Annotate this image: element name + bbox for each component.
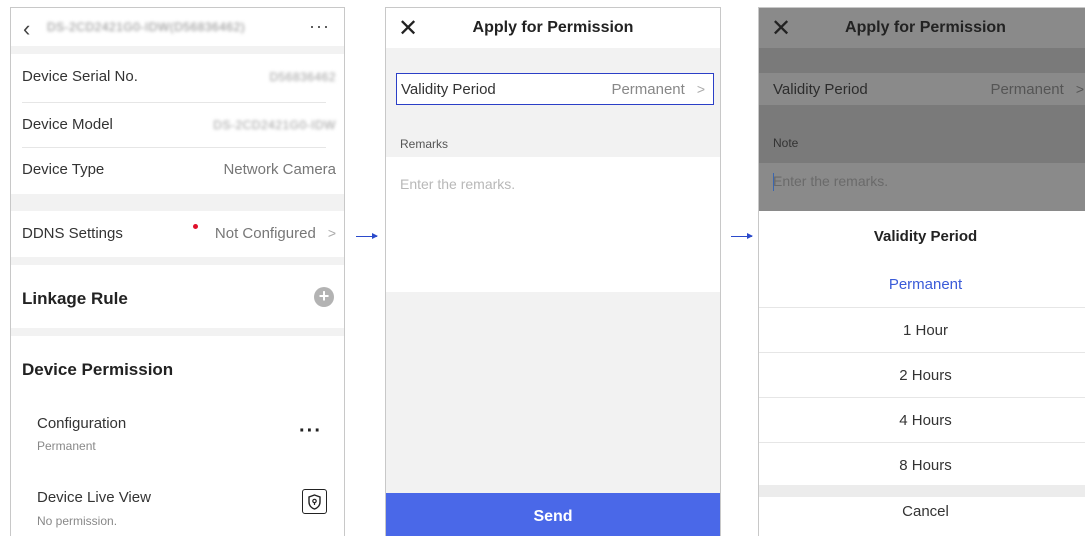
- validity-period-label: Validity Period: [773, 81, 868, 98]
- validity-period-picker-screen: ✕ Apply for Permission Validity Period P…: [758, 7, 1085, 536]
- ddns-row[interactable]: DDNS Settings Not Configured >: [11, 211, 344, 255]
- add-linkage-rule-icon[interactable]: +: [314, 287, 334, 307]
- model-label: Device Model: [22, 116, 113, 133]
- dimmed-background[interactable]: ✕ Apply for Permission Validity Period P…: [759, 8, 1085, 211]
- option-8-hours[interactable]: 8 Hours: [759, 442, 1085, 487]
- apply-permission-screen: ✕ Apply for Permission Validity Period P…: [385, 7, 721, 536]
- remarks-header: Remarks: [386, 130, 720, 157]
- flow-arrow: [731, 233, 753, 239]
- model-row: Device Model DS-2CD2421G0-IDW: [11, 102, 344, 146]
- option-4-hours[interactable]: 4 Hours: [759, 397, 1085, 442]
- device-type-label: Device Type: [22, 161, 105, 178]
- validity-period-label: Validity Period: [401, 81, 496, 98]
- apply-permission-shield-icon[interactable]: [302, 489, 327, 514]
- cancel-button[interactable]: Cancel: [759, 503, 1085, 520]
- shield-key-icon: [308, 493, 321, 510]
- option-2-hours[interactable]: 2 Hours: [759, 352, 1085, 397]
- note-input[interactable]: Enter the remarks.: [759, 163, 1085, 211]
- flow-arrow: [356, 233, 378, 239]
- more-options-icon[interactable]: ···: [299, 420, 322, 443]
- header: ✕ Apply for Permission: [759, 8, 1085, 48]
- permission-name: Device Live View: [37, 489, 151, 506]
- note-header: Note: [759, 130, 1085, 157]
- serial-row: Device Serial No. D56836462: [11, 54, 344, 98]
- device-permission-title: Device Permission: [22, 360, 174, 379]
- ddns-settings-row[interactable]: DDNS Settings Not Configured >: [11, 211, 344, 257]
- linkage-rule-block: Linkage Rule +: [11, 265, 344, 328]
- permission-status: Permanent: [37, 439, 96, 453]
- validity-period-sheet: Validity Period Permanent 1 Hour 2 Hours…: [759, 211, 1085, 536]
- permission-name: Configuration: [37, 415, 127, 432]
- validity-period-value-wrap: Permanent >: [611, 81, 705, 98]
- sheet-title: Validity Period: [873, 228, 978, 245]
- header: ✕ Apply for Permission: [386, 8, 720, 48]
- validity-period-row[interactable]: Validity Period Permanent >: [759, 73, 1085, 105]
- back-icon[interactable]: ‹: [23, 16, 30, 42]
- device-settings-screen: ‹ DS-2CD2421G0-IDW(D56836462) ··· Device…: [10, 7, 345, 536]
- linkage-rule-title: Linkage Rule: [22, 289, 128, 308]
- more-icon[interactable]: ···: [309, 16, 330, 37]
- chevron-right-icon: >: [696, 81, 705, 97]
- ddns-label: DDNS Settings: [22, 225, 123, 242]
- send-button[interactable]: Send: [386, 493, 720, 536]
- alert-dot-icon: [193, 224, 198, 229]
- device-info-block: Device Serial No. D56836462 Device Model…: [11, 54, 344, 194]
- divider: [759, 485, 1085, 497]
- remarks-placeholder: Enter the remarks.: [400, 176, 516, 192]
- ddns-value: Not Configured: [214, 225, 316, 242]
- validity-period-row[interactable]: Validity Period Permanent >: [396, 73, 714, 105]
- chevron-right-icon: >: [1075, 81, 1084, 97]
- validity-period-value: Permanent: [611, 81, 685, 98]
- device-type-value: Network Camera: [223, 161, 336, 178]
- option-permanent[interactable]: Permanent: [759, 262, 1085, 307]
- remarks-input[interactable]: Enter the remarks.: [386, 157, 720, 292]
- option-1-hour[interactable]: 1 Hour: [759, 307, 1085, 352]
- ddns-value-wrap: Not Configured >: [215, 225, 336, 242]
- note-label: Note: [773, 136, 799, 150]
- permission-status: No permission.: [37, 514, 118, 528]
- header: ‹ DS-2CD2421G0-IDW(D56836462) ···: [11, 8, 344, 46]
- page-title: Apply for Permission: [845, 19, 1006, 36]
- validity-period-value-wrap: Permanent >: [990, 81, 1084, 98]
- device-permission-block: Device Permission Configuration Permanen…: [11, 336, 344, 536]
- serial-label: Device Serial No.: [22, 68, 138, 85]
- serial-value: D56836462: [269, 70, 336, 84]
- chevron-right-icon: >: [327, 225, 336, 241]
- validity-period-value: Permanent: [990, 81, 1064, 98]
- device-type-row: Device Type Network Camera: [11, 147, 344, 191]
- model-value: DS-2CD2421G0-IDW: [213, 118, 336, 132]
- note-placeholder: Enter the remarks.: [773, 173, 889, 189]
- page-title: Apply for Permission: [472, 19, 634, 36]
- remarks-label: Remarks: [400, 137, 449, 151]
- device-title: DS-2CD2421G0-IDW(D56836462): [47, 20, 246, 34]
